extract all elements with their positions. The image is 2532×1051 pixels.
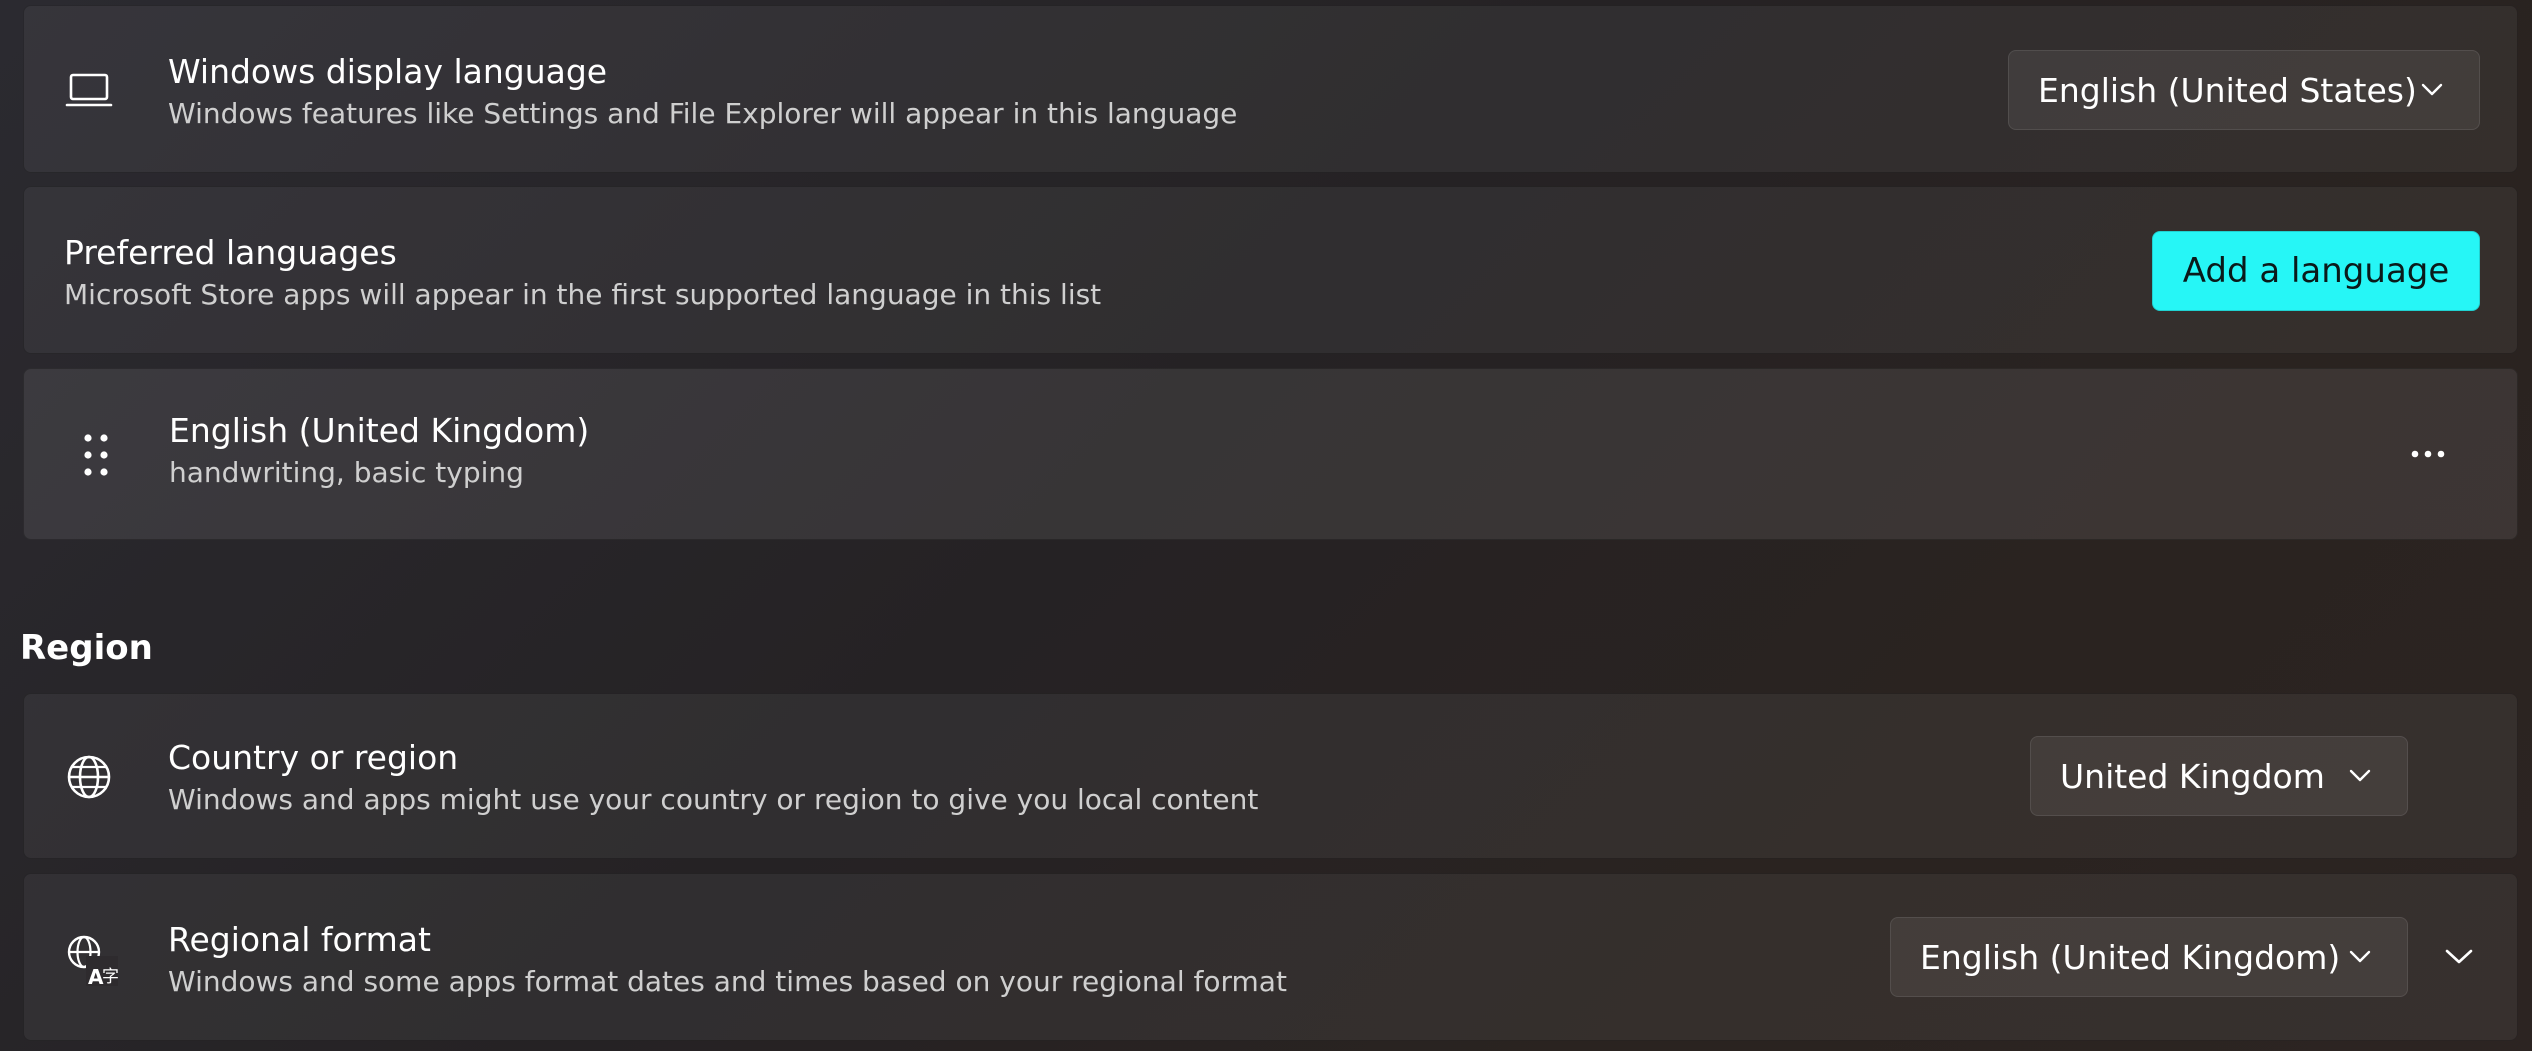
globe-icon — [64, 752, 114, 802]
preferred-languages-description: Microsoft Store apps will appear in the … — [64, 278, 1102, 311]
country-region-title: Country or region — [168, 738, 459, 777]
chevron-down-icon — [2421, 83, 2443, 97]
regional-format-description: Windows and some apps format dates and t… — [168, 965, 1287, 998]
laptop-icon — [64, 66, 114, 116]
country-region-dropdown[interactable]: United Kingdom — [2030, 736, 2408, 816]
language-name: English (United Kingdom) — [169, 411, 590, 450]
drag-handle-icon[interactable] — [74, 427, 118, 483]
language-list-item[interactable]: English (United Kingdom) handwriting, ba… — [23, 368, 2518, 540]
country-region-selected: United Kingdom — [2060, 756, 2325, 796]
country-region-card: Country or region Windows and apps might… — [23, 693, 2518, 859]
language-globe-icon: A 字 — [64, 932, 120, 988]
regional-format-dropdown[interactable]: English (United Kingdom) — [1890, 917, 2408, 997]
display-language-description: Windows features like Settings and File … — [168, 97, 1238, 130]
add-language-button[interactable]: Add a language — [2152, 231, 2480, 311]
svg-text:字: 字 — [102, 967, 119, 987]
expand-chevron-icon[interactable] — [2434, 932, 2484, 982]
preferred-languages-card: Preferred languages Microsoft Store apps… — [23, 186, 2518, 354]
display-language-selected: English (United States) — [2038, 70, 2417, 110]
regional-format-title: Regional format — [168, 920, 431, 959]
region-section-header: Region — [20, 628, 153, 668]
country-region-description: Windows and apps might use your country … — [168, 783, 1259, 816]
chevron-down-icon — [2349, 769, 2371, 783]
chevron-down-icon — [2349, 950, 2371, 964]
more-options-icon[interactable] — [2398, 429, 2458, 479]
display-language-card: Windows display language Windows feature… — [23, 5, 2518, 173]
language-features: handwriting, basic typing — [169, 456, 524, 489]
regional-format-selected: English (United Kingdom) — [1920, 937, 2341, 977]
display-language-dropdown[interactable]: English (United States) — [2008, 50, 2480, 130]
display-language-title: Windows display language — [168, 52, 608, 91]
regional-format-card[interactable]: A 字 Regional format Windows and some app… — [23, 873, 2518, 1041]
preferred-languages-title: Preferred languages — [64, 233, 397, 272]
